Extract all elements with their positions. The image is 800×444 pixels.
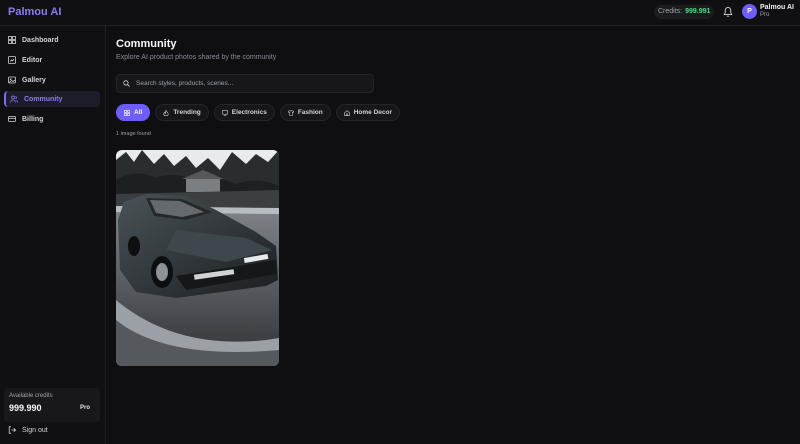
monitor-icon (221, 109, 228, 116)
search-box[interactable] (116, 74, 374, 93)
gallery-icon (8, 76, 16, 84)
editor-icon (8, 56, 16, 64)
filter-label: All (134, 109, 143, 116)
sidebar-item-label: Billing (22, 115, 44, 123)
filter-trending[interactable]: Trending (155, 104, 209, 121)
credits-value: 999.991 (685, 8, 711, 15)
plan-badge: Pro (79, 405, 90, 411)
credits-label: Credits: (658, 8, 683, 15)
top-bar: Palmou AI Credits: 999.991 P Palmou AI P… (0, 0, 800, 26)
sidebar-item-label: Dashboard (22, 36, 59, 44)
avatar[interactable]: P (742, 4, 757, 19)
result-count: 1 image found (116, 131, 151, 137)
filter-label: Trending (173, 109, 201, 116)
sidebar-item-billing[interactable]: Billing (4, 111, 100, 127)
filter-label: Electronics (231, 109, 267, 116)
credits-indicator: Credits: 999.991 (654, 5, 715, 19)
search-input[interactable] (136, 80, 356, 87)
sidebar-item-label: Editor (22, 56, 43, 64)
sidebar-item-community[interactable]: Community (4, 91, 100, 107)
community-image-card[interactable] (116, 150, 279, 366)
sidebar-item-gallery[interactable]: Gallery (4, 72, 100, 88)
sidebar-item-label: Gallery (22, 76, 46, 84)
sign-out-label: Sign out (22, 426, 48, 434)
filter-label: Fashion (297, 109, 323, 116)
grid-icon (124, 109, 130, 116)
filter-home-decor[interactable]: Home Decor (335, 104, 401, 121)
filter-label: Home Decor (353, 109, 393, 116)
available-credits-card: Available credits 999.990 Pro (4, 388, 100, 422)
filter-fashion[interactable]: Fashion (279, 104, 331, 121)
page-title: Community (116, 38, 177, 50)
search-icon (123, 80, 130, 87)
car-photo (116, 150, 279, 366)
sign-out-icon (8, 426, 16, 434)
user-plan: Pro (760, 12, 770, 18)
page-subtitle: Explore AI product photos shared by the … (116, 54, 277, 61)
bell-icon[interactable] (723, 6, 733, 18)
dashboard-icon (8, 36, 16, 44)
available-credits-label: Available credits (9, 393, 53, 399)
shirt-icon (287, 109, 294, 116)
sidebar-item-dashboard[interactable]: Dashboard (4, 32, 100, 48)
home-icon (343, 109, 350, 116)
users-icon (10, 95, 18, 103)
sidebar-item-label: Community (24, 95, 63, 103)
sidebar: Dashboard Editor Gallery Community Billi… (0, 26, 106, 444)
user-name: Palmou AI (760, 4, 794, 11)
sign-out-button[interactable]: Sign out (8, 426, 48, 434)
filter-all[interactable]: All (116, 104, 151, 121)
filter-chips: All Trending Electronics Fashion Home De… (116, 104, 401, 121)
filter-electronics[interactable]: Electronics (213, 104, 275, 121)
flame-icon (163, 109, 169, 116)
card-icon (8, 116, 16, 122)
available-credits-value: 999.990 (9, 403, 42, 413)
sidebar-item-editor[interactable]: Editor (4, 52, 100, 68)
brand-logo[interactable]: Palmou AI (8, 6, 61, 18)
